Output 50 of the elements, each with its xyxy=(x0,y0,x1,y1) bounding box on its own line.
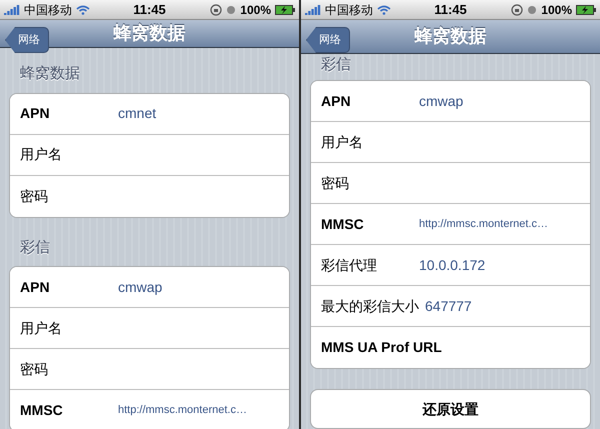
carrier-name: 中国移动 xyxy=(325,2,373,18)
back-button[interactable]: 网络 xyxy=(5,27,49,53)
row-label: APN xyxy=(20,104,51,123)
row-value: http://mmsc.monternet.c… xyxy=(419,216,548,232)
row-label: 最大的彩信大小 xyxy=(321,296,420,316)
row-label: APN xyxy=(20,278,51,296)
signal-icon xyxy=(4,4,20,14)
battery-charging-icon xyxy=(275,4,295,14)
wifi-icon xyxy=(377,4,391,14)
section-header: 彩信 xyxy=(320,54,352,74)
row-label: 用户名 xyxy=(20,145,62,164)
row-label: 彩信代理 xyxy=(321,256,378,274)
row-value: cmwap xyxy=(118,278,162,297)
clock-time: 11:45 xyxy=(132,0,167,19)
row-label: 用户名 xyxy=(321,132,363,152)
alarm-icon xyxy=(527,4,538,14)
row-value: http://mmsc.monternet.c… xyxy=(118,403,247,418)
navigation-title: 蜂窝数据 xyxy=(414,24,486,48)
row-label: 密码 xyxy=(20,360,48,378)
settings-row[interactable]: APN cmwap xyxy=(10,267,289,308)
row-label: 用户名 xyxy=(20,318,62,338)
row-label: 密码 xyxy=(321,174,349,192)
row-label: APN xyxy=(321,92,352,110)
row-label: 密码 xyxy=(20,186,48,206)
row-value: 647777 xyxy=(425,296,472,316)
signal-icon xyxy=(305,4,321,14)
rotation-lock-icon xyxy=(511,4,524,16)
settings-row[interactable]: 密码 xyxy=(10,176,289,216)
rotation-lock-icon xyxy=(210,4,222,16)
section-header: 彩信 xyxy=(19,238,51,258)
settings-row[interactable]: 用户名 xyxy=(10,134,289,176)
section-header: 蜂窝数据 xyxy=(19,64,81,84)
row-label: MMSC xyxy=(20,401,64,420)
row-value: 10.0.0.172 xyxy=(419,256,486,274)
reset-settings-button[interactable]: 还原设置 xyxy=(310,389,591,429)
carrier-name: 中国移动 xyxy=(24,2,72,18)
back-button[interactable]: 网络 xyxy=(306,27,350,53)
battery-percent: 100% xyxy=(240,2,271,18)
settings-row[interactable]: APN cmwap xyxy=(311,81,590,122)
navigation-title: 蜂窝数据 xyxy=(114,22,186,45)
battery-percent: 100% xyxy=(541,2,572,18)
wifi-icon xyxy=(76,4,90,14)
row-label: MMS UA Prof URL xyxy=(321,338,442,357)
settings-row[interactable]: APN cmnet xyxy=(10,94,289,134)
row-label: MMSC xyxy=(321,214,365,234)
alarm-icon xyxy=(226,4,236,14)
row-value: cmwap xyxy=(419,92,464,111)
battery-charging-icon xyxy=(576,4,596,14)
row-value: cmnet xyxy=(118,104,156,123)
clock-time: 11:45 xyxy=(433,0,468,19)
